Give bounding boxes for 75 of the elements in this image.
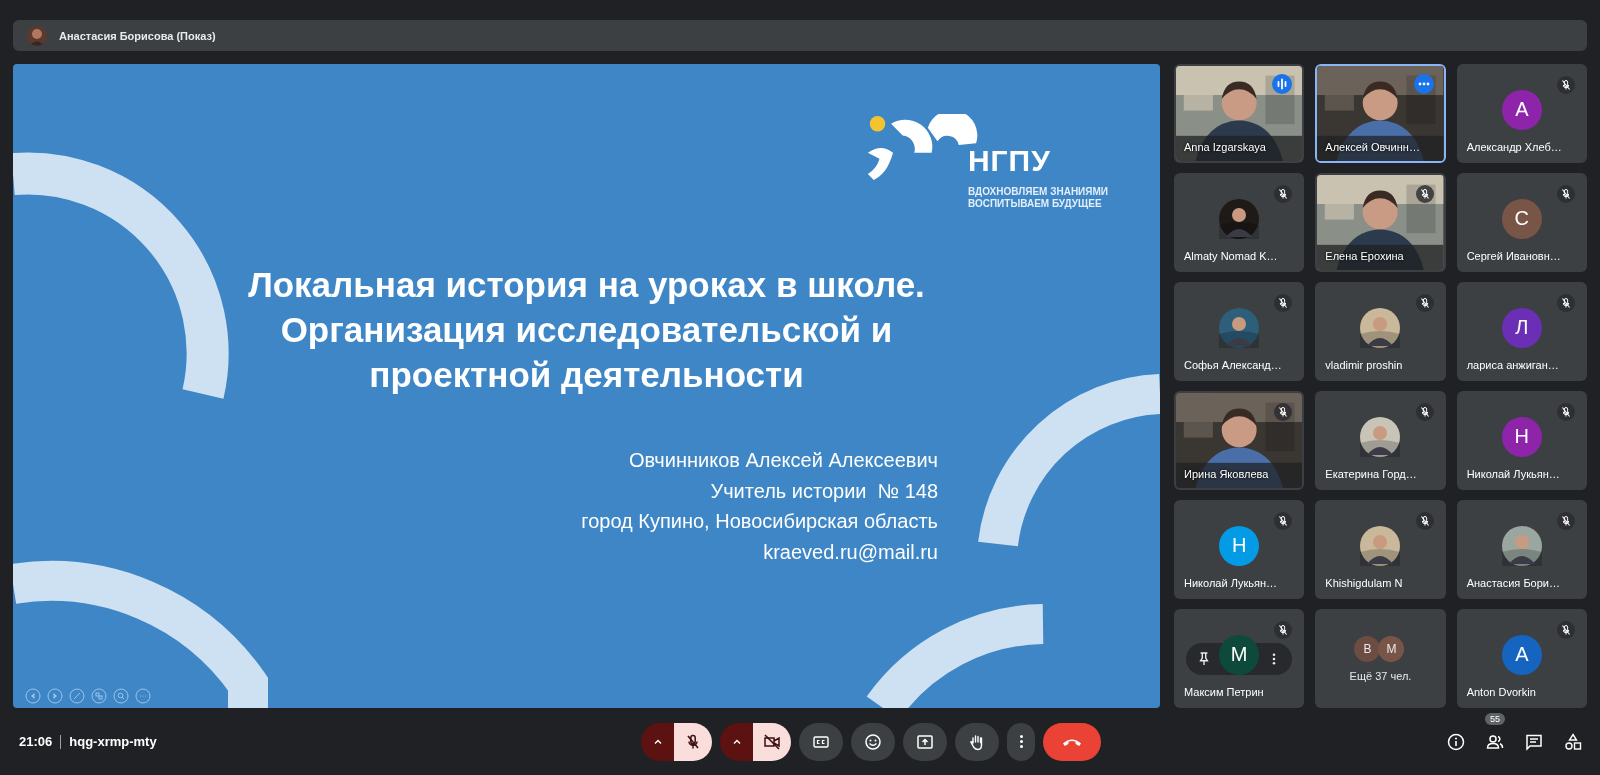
avatar: А (1501, 634, 1542, 675)
presenter-name: Анастасия Борисова (Показ) (59, 29, 216, 42)
author-info: город Купино, Новосибирская область (581, 509, 938, 534)
camera-off-icon (762, 731, 782, 752)
raise-hand-button[interactable] (955, 722, 999, 761)
participant-name: Ирина Яковлева (1184, 468, 1269, 480)
participant-name: Александр Хлеб… (1466, 141, 1562, 153)
participant-name: Anton Dvorkin (1466, 686, 1536, 698)
participant-name: Николай Лукьян… (1466, 468, 1560, 480)
participant-name: Софья Александ… (1184, 359, 1282, 371)
participant-tile[interactable]: Екатерина Горд… (1315, 391, 1446, 490)
author-info: Овчинников Алексей Алексеевич (629, 448, 938, 473)
participant-tile[interactable]: А Anton Dvorkin (1456, 609, 1587, 708)
info-icon[interactable] (1446, 731, 1466, 752)
slide-title: Организация исследовательской и (280, 309, 893, 351)
author-info: kraeved.ru@mail.ru (763, 539, 938, 565)
logo-wordmark: НГПУ (967, 146, 1052, 176)
activities-icon[interactable] (1563, 731, 1583, 752)
participant-tile[interactable]: Н Николай Лукьян… (1456, 391, 1587, 490)
more-options-button[interactable] (1007, 722, 1035, 761)
participant-tile[interactable]: Л лариса анжиган… (1456, 282, 1587, 381)
pin-icon[interactable] (1198, 652, 1210, 666)
participant-name: Николай Лукьян… (1184, 577, 1278, 589)
logo-tagline: ВОСПИТЫВАЕМ БУДУЩЕЕ (967, 198, 1103, 210)
participant-name: Khishigdulam N (1325, 577, 1403, 589)
present-button[interactable] (903, 722, 947, 761)
avatar: А (1501, 89, 1542, 130)
participant-tile[interactable]: Софья Александ… (1174, 282, 1305, 381)
more-options-icon[interactable] (1413, 74, 1434, 94)
participant-tile[interactable]: Khishigdulam N (1315, 500, 1446, 599)
participant-name: Анастасия Бори… (1466, 577, 1560, 589)
participant-tile[interactable]: С Сергей Ивановн… (1456, 173, 1587, 272)
participant-name: Anna Izgarskaya (1184, 141, 1266, 153)
phone-hangup-icon (1063, 737, 1081, 746)
more-vertical-icon (1019, 735, 1023, 748)
meeting-code: hqg-xrmp-mty (69, 734, 157, 749)
captions-button[interactable] (799, 722, 843, 761)
avatar: Л (1501, 307, 1542, 348)
smiley-icon (863, 731, 883, 752)
participant-name: Алексей Овчинн… (1325, 141, 1420, 153)
avatar: Н (1501, 416, 1542, 457)
participant-name: Елена Ерохина (1325, 250, 1404, 262)
participant-tile[interactable]: Н Николай Лукьян… (1174, 500, 1305, 599)
participant-tile[interactable]: vladimir proshin (1315, 282, 1446, 381)
microphone-button[interactable] (674, 722, 712, 761)
participant-tile[interactable]: Елена Ерохина (1315, 173, 1446, 272)
participant-tile[interactable]: Anna Izgarskaya (1174, 64, 1305, 163)
author-info: Учитель истории № 148 (710, 478, 938, 504)
participant-tile[interactable]: А Александр Хлеб… (1456, 64, 1587, 163)
participant-name: Almaty Nomad K… (1184, 250, 1278, 262)
avatar: С (1501, 198, 1542, 239)
participant-name: vladimir proshin (1325, 359, 1403, 371)
avatar: В (1354, 635, 1381, 662)
leave-call-button[interactable] (1043, 722, 1101, 761)
participant-tile[interactable]: В М Ещё 37 чел. (1315, 609, 1446, 708)
participant-tile[interactable]: Алексей Овчинн… (1315, 64, 1446, 163)
avatar: Н (1219, 525, 1260, 566)
avatar: М (1378, 635, 1405, 662)
participant-tile[interactable]: Ирина Яковлева (1174, 391, 1305, 490)
participant-name: Екатерина Горд… (1325, 468, 1417, 480)
clock-time: 21:06 (19, 734, 53, 749)
logo-tagline: ВДОХНОВЛЯЕМ ЗНАНИЯМИ (967, 186, 1108, 198)
participant-name: Максим Петрин (1184, 686, 1264, 698)
participant-tile[interactable]: М Максим Петрин (1174, 609, 1305, 708)
participant-tile[interactable]: Almaty Nomad K… (1174, 173, 1305, 272)
participant-count-badge: 55 (1485, 712, 1505, 725)
slide-title: Локальная история на уроках в школе. (248, 264, 925, 306)
participant-tile[interactable]: Анастасия Бори… (1456, 500, 1587, 599)
slide-title: проектной деятельности (369, 354, 804, 396)
reactions-button[interactable] (851, 722, 895, 761)
more-participants-label: Ещё 37 чел. (1349, 669, 1412, 682)
camera-button[interactable] (753, 722, 791, 761)
participant-name: лариса анжиган… (1466, 359, 1559, 371)
avatar: М (1219, 634, 1260, 675)
participant-name: Сергей Ивановн… (1466, 250, 1561, 262)
